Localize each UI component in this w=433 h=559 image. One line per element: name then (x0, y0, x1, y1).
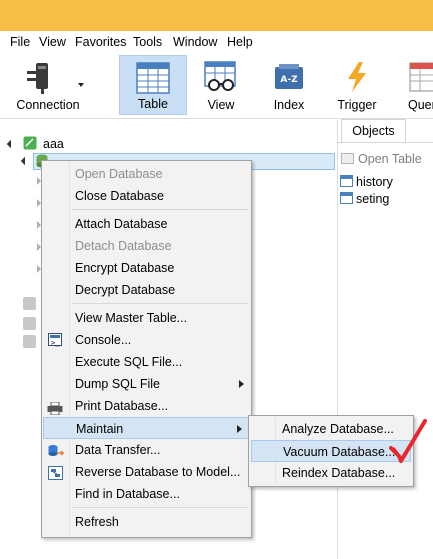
menu-item-label: Attach Database (75, 217, 168, 231)
menu-item-label: Console... (75, 333, 132, 347)
submenu-arrow-icon (237, 425, 242, 433)
menu-dump-sql-file[interactable]: Dump SQL File (42, 373, 251, 395)
red-checkmark-icon (388, 418, 428, 467)
menu-data-transfer[interactable]: Data Transfer... (42, 439, 251, 461)
menu-separator (72, 209, 248, 210)
menu-reverse-database-to-model[interactable]: Reverse Database to Model... (42, 461, 251, 483)
main-toolbar: Connection Table View A-Z Index Trigger … (0, 53, 433, 119)
tree-row-connection[interactable]: aaa (6, 136, 108, 154)
expand-arrow-icon[interactable] (6, 139, 16, 149)
table-icon (340, 175, 353, 187)
query-label: Quer (408, 98, 433, 112)
menu-item-label: Maintain (76, 422, 124, 436)
menu-item-label: Close Database (75, 189, 164, 203)
menu-item-label: Find in Database... (75, 487, 180, 501)
menu-separator (72, 303, 248, 304)
open-table-label: Open Table (358, 152, 422, 166)
connection-button[interactable]: Connection (6, 55, 90, 115)
menu-item-label: Reverse Database to Model... (75, 465, 241, 479)
menu-execute-sql-file[interactable]: Execute SQL File... (42, 351, 251, 373)
menu-window[interactable]: Window (173, 35, 217, 49)
menu-console[interactable]: >_ Console... (42, 329, 251, 351)
window-titlebar[interactable] (0, 0, 433, 31)
trigger-button[interactable]: Trigger (324, 55, 390, 115)
connection-dropdown-icon[interactable] (78, 83, 84, 87)
menu-item-label: Vacuum Database... (283, 445, 396, 459)
submenu-arrow-icon (239, 380, 244, 388)
index-button[interactable]: A-Z Index (256, 55, 322, 115)
connection-leaf-icon (23, 136, 37, 153)
menu-vacuum-database[interactable]: Vacuum Database... (251, 440, 411, 462)
objects-divider (337, 142, 433, 143)
menu-maintain[interactable]: Maintain (43, 417, 250, 439)
open-table-button[interactable]: Open Table (341, 152, 422, 166)
plug-icon (22, 61, 62, 98)
index-az-icon: A-Z (272, 61, 306, 96)
menu-bar: File View Favorites Tools Window Help (0, 31, 433, 53)
menu-open-database[interactable]: Open Database (42, 163, 251, 185)
view-label: View (207, 98, 235, 112)
menu-item-label: Analyze Database... (282, 422, 394, 436)
menu-separator (72, 507, 248, 508)
menu-view[interactable]: View (39, 35, 66, 49)
table-name: history (356, 175, 393, 189)
menu-item-label: Data Transfer... (75, 443, 161, 457)
database-context-menu: Open Database Close Database Attach Data… (41, 160, 252, 538)
table-item-seting[interactable]: seting (340, 192, 389, 206)
table-icon (136, 62, 170, 97)
table-label: Table (138, 97, 168, 111)
menu-refresh[interactable]: Refresh (42, 511, 251, 533)
menu-favorites[interactable]: Favorites (75, 35, 126, 49)
connection-leaf-icon[interactable] (23, 335, 36, 348)
menu-item-label: Dump SQL File (75, 377, 160, 391)
menu-file[interactable]: File (10, 35, 30, 49)
console-icon: >_ (48, 333, 62, 347)
menu-item-label: Print Database... (75, 399, 169, 413)
svg-text:A-Z: A-Z (280, 75, 298, 85)
menu-view-master-table[interactable]: View Master Table... (42, 307, 251, 329)
menu-help[interactable]: Help (227, 35, 253, 49)
menu-encrypt-database[interactable]: Encrypt Database (42, 257, 251, 279)
table-button[interactable]: Table (119, 55, 187, 115)
menu-find-in-database[interactable]: Find in Database... (42, 483, 251, 505)
menu-close-database[interactable]: Close Database (42, 185, 251, 207)
open-table-icon (341, 153, 354, 164)
connection-label: Connection (16, 98, 80, 112)
connection-leaf-icon[interactable] (23, 297, 36, 310)
glasses-table-icon (204, 61, 238, 96)
menu-item-label: Decrypt Database (75, 283, 176, 297)
menu-item-label: Detach Database (75, 239, 172, 253)
menu-item-label: Open Database (75, 167, 163, 181)
query-button[interactable]: Quer (396, 55, 433, 115)
connection-leaf-icon[interactable] (23, 317, 36, 330)
menu-item-label: View Master Table... (75, 311, 188, 325)
tab-objects[interactable]: Objects (341, 119, 406, 143)
menu-tools[interactable]: Tools (133, 35, 162, 49)
table-item-history[interactable]: history (340, 175, 393, 189)
view-button[interactable]: View (188, 55, 254, 115)
table-icon (340, 192, 353, 204)
menu-item-label: Execute SQL File... (75, 355, 183, 369)
menu-item-label: Encrypt Database (75, 261, 175, 275)
menu-attach-database[interactable]: Attach Database (42, 213, 251, 235)
query-icon (408, 61, 433, 96)
menu-item-label: Refresh (75, 515, 119, 529)
lightning-icon (342, 61, 372, 96)
menu-item-label: Reindex Database... (282, 466, 396, 480)
menu-decrypt-database[interactable]: Decrypt Database (42, 279, 251, 301)
index-label: Index (273, 98, 305, 112)
table-name: seting (356, 192, 390, 206)
connection-name: aaa (43, 137, 64, 151)
menu-detach-database[interactable]: Detach Database (42, 235, 251, 257)
trigger-label: Trigger (337, 98, 377, 112)
menu-print-database[interactable]: Print Database... (42, 395, 251, 417)
